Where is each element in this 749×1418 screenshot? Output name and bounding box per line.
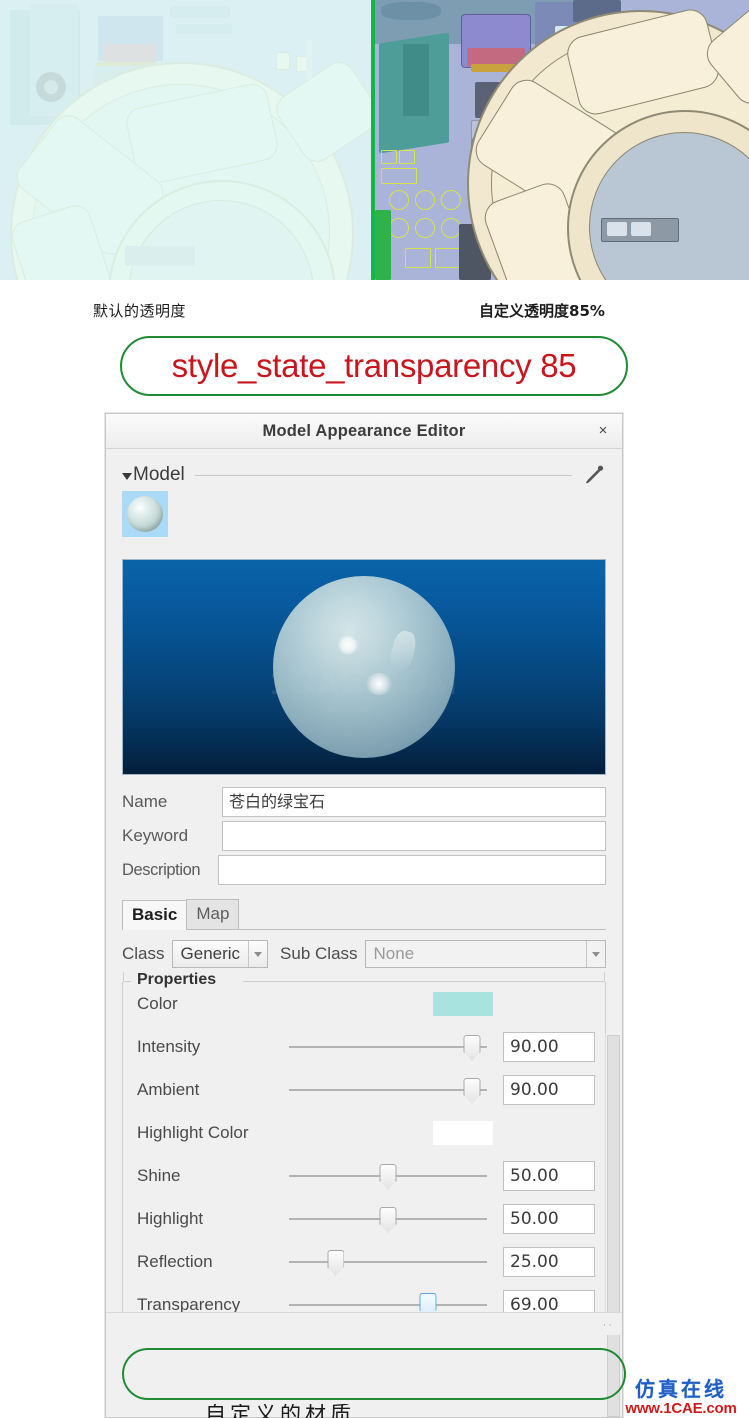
reflection-slider-thumb[interactable] xyxy=(327,1249,344,1276)
eyedropper-icon[interactable] xyxy=(582,463,606,487)
material-preview-viewport[interactable]: 1CAE.COM xyxy=(122,559,606,775)
keyword-label: Keyword xyxy=(122,826,189,845)
properties-legend-frame: Properties xyxy=(123,971,605,989)
property-row-highlight: Highlight 50.00 xyxy=(123,1197,605,1240)
watermark-cn-text: 仿真在线 xyxy=(635,1377,727,1401)
property-row-highlight-color: Highlight Color xyxy=(123,1111,605,1154)
ambient-value-input[interactable]: 90.00 xyxy=(503,1074,595,1105)
style-state-callout-text: style_state_transparency 85 xyxy=(171,347,577,384)
ambient-slider-thumb[interactable] xyxy=(463,1077,481,1104)
shine-value-input[interactable]: 50.00 xyxy=(503,1160,595,1191)
intensity-value-input[interactable]: 90.00 xyxy=(503,1031,595,1062)
field-row-keyword: Keyword xyxy=(122,819,606,853)
dialog-titlebar[interactable]: Model Appearance Editor × xyxy=(106,414,622,449)
caption-row: 默认的透明度 自定义透明度85% xyxy=(0,296,749,326)
model-group-header[interactable]: Model xyxy=(106,449,622,487)
chevron-down-icon[interactable] xyxy=(248,941,267,967)
class-dropdown[interactable]: Generic xyxy=(171,940,269,968)
keyword-input[interactable] xyxy=(222,821,606,851)
description-input[interactable] xyxy=(218,855,606,885)
model-group-label: Model xyxy=(133,464,185,485)
ambient-label: Ambient xyxy=(137,1079,200,1099)
resize-grip-icon[interactable]: ·· xyxy=(603,1319,614,1331)
property-row-shine: Shine 50.00 xyxy=(123,1154,605,1197)
name-input[interactable]: 苍白的绿宝石 xyxy=(222,787,606,817)
dialog-bottom-strip: ·· xyxy=(106,1312,622,1335)
tab-bar: Basic Map xyxy=(122,899,606,930)
reflection-value-input[interactable]: 25.00 xyxy=(503,1246,595,1277)
reflection-slider[interactable] xyxy=(283,1249,493,1276)
dialog-title: Model Appearance Editor xyxy=(262,421,466,440)
preview-sphere-highlight-1 xyxy=(338,635,358,655)
property-row-intensity: Intensity 90.00 xyxy=(123,1025,605,1068)
close-icon[interactable]: × xyxy=(594,422,612,440)
caption-custom-transparency: 自定义透明度85% xyxy=(479,302,605,320)
properties-scrollbar[interactable] xyxy=(605,1033,621,1417)
preview-sphere-highlight-2 xyxy=(366,673,392,695)
caption-default-transparency: 默认的透明度 xyxy=(93,302,187,320)
class-dropdown-value: Generic xyxy=(180,944,241,963)
sub-class-dropdown-value: None xyxy=(373,944,415,963)
reflection-label: Reflection xyxy=(137,1251,213,1271)
properties-scrollbar-thumb[interactable] xyxy=(607,1035,620,1417)
tab-basic[interactable]: Basic xyxy=(122,900,188,930)
highlight-value-input[interactable]: 50.00 xyxy=(503,1203,595,1234)
chevron-down-icon[interactable] xyxy=(122,473,132,480)
pcb-board-left xyxy=(0,0,371,280)
highlight-slider-thumb[interactable] xyxy=(379,1206,397,1233)
sub-class-dropdown[interactable]: None xyxy=(364,940,606,968)
highlight-color-swatch-button[interactable] xyxy=(433,1120,493,1145)
intensity-slider-thumb[interactable] xyxy=(463,1034,481,1061)
pcb-board-right xyxy=(375,0,749,280)
default-transparency-viewport xyxy=(0,0,371,280)
group-divider xyxy=(194,474,572,476)
sub-class-label: Sub Class xyxy=(280,944,358,963)
class-row: Class Generic Sub Class None xyxy=(122,938,606,970)
color-swatch-button[interactable] xyxy=(433,991,493,1016)
shine-slider-thumb[interactable] xyxy=(379,1163,397,1190)
property-row-reflection: Reflection 25.00 xyxy=(123,1240,605,1283)
name-label: Name xyxy=(122,792,168,811)
highlight-color-label: Highlight Color xyxy=(137,1122,249,1142)
field-row-description: Description xyxy=(122,853,606,887)
ambient-slider[interactable] xyxy=(283,1077,493,1104)
style-state-callout: style_state_transparency 85 xyxy=(120,336,628,396)
watermark-url-text: www.1CAE.com xyxy=(625,1400,737,1417)
shine-slider[interactable] xyxy=(283,1163,493,1190)
properties-group: Properties Color Intensity 90.00 Ambient… xyxy=(122,971,606,1335)
intensity-slider[interactable] xyxy=(283,1034,493,1061)
field-row-name: Name 苍白的绿宝石 xyxy=(122,785,606,819)
tab-map[interactable]: Map xyxy=(186,899,240,929)
color-label: Color xyxy=(137,993,178,1013)
material-thumbnail-selected[interactable] xyxy=(122,491,168,537)
highlight-label: Highlight xyxy=(137,1208,204,1228)
highlight-slider[interactable] xyxy=(283,1206,493,1233)
description-label: Description xyxy=(122,860,201,879)
cad-comparison-strip xyxy=(0,0,749,280)
shine-label: Shine xyxy=(137,1165,181,1185)
preview-sphere xyxy=(273,576,455,758)
material-sphere-icon xyxy=(127,496,163,532)
model-appearance-editor-dialog: Model Appearance Editor × Model 1CAE. xyxy=(105,413,623,1418)
custom-transparency-viewport xyxy=(375,0,749,280)
class-label: Class xyxy=(122,944,165,963)
chevron-down-icon[interactable] xyxy=(586,941,605,967)
material-swatch-row xyxy=(106,487,622,537)
bottom-annotation-text: 自定义的材质 xyxy=(205,1404,355,1418)
properties-legend-label: Properties xyxy=(133,971,221,989)
dialog-body: Model 1CAE.COM Name xyxy=(106,449,622,1417)
site-watermark: 仿真在线 www.1CAE.com xyxy=(617,1379,745,1416)
property-row-ambient: Ambient 90.00 xyxy=(123,1068,605,1111)
intensity-label: Intensity xyxy=(137,1036,201,1056)
